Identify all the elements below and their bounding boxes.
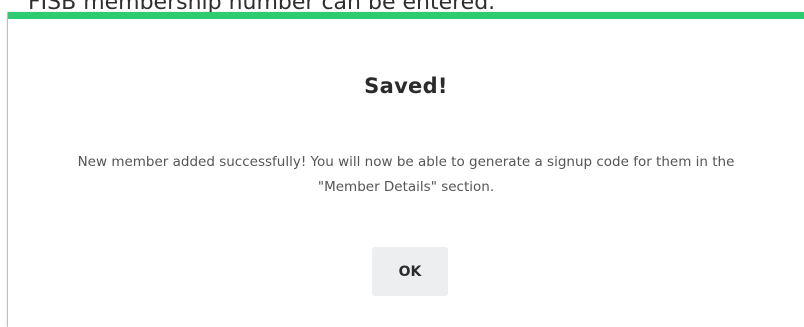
dialog-message: New member added successfully! You will … [77, 154, 735, 195]
background-help-text: FISB membership number can be entered. [28, 0, 495, 12]
dialog-accent-bar [8, 12, 804, 19]
background-page-edge [0, 12, 8, 327]
screen: FISB membership number can be entered. S… [0, 0, 804, 327]
ok-button[interactable]: OK [372, 247, 448, 296]
background-page-strip: FISB membership number can be entered. [0, 0, 804, 12]
dialog-title: Saved! [364, 74, 448, 98]
success-dialog: Saved! New member added successfully! Yo… [8, 12, 804, 327]
